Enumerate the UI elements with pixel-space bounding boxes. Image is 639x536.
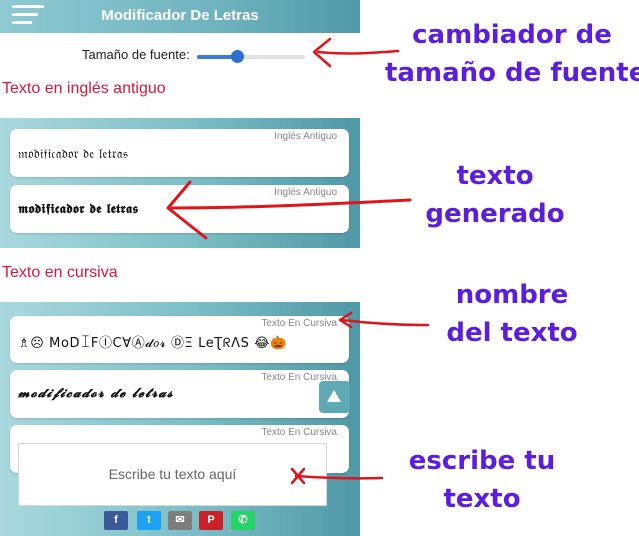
- card-style-name: Texto En Cursiva: [261, 427, 337, 438]
- text-input[interactable]: [18, 443, 327, 506]
- scroll-to-top-button[interactable]: [319, 381, 350, 413]
- whatsapp-share-button[interactable]: ✆: [231, 511, 255, 530]
- phone-screen: Modificador De Letras Tamaño de fuente: …: [0, 0, 360, 536]
- result-card-cursive-2[interactable]: Texto En Cursiva 𝓶𝓸𝓭𝓲𝓯𝓲𝓬𝓪𝓭𝓸𝓻 𝓭𝓮 𝓵𝓮𝓽𝓻𝓪𝓼: [10, 370, 349, 418]
- result-card-old-english-1[interactable]: Inglés Antiguo 𝔪𝔬𝔡𝔦𝔣𝔦𝔠𝔞𝔡𝔬𝔯 𝔡𝔢 𝔩𝔢𝔱𝔯𝔞𝔰: [10, 129, 349, 177]
- annotation-generated-text: texto generado: [425, 161, 565, 229]
- card-style-name: Texto En Cursiva: [261, 318, 337, 329]
- whatsapp-icon: ✆: [238, 514, 248, 526]
- generated-text: 𝖒𝖔𝖉𝖎𝖋𝖎𝖈𝖆𝖉𝖔𝖗 𝖉𝖊 𝖑𝖊𝖙𝖗𝖆𝖘: [18, 202, 139, 217]
- card-style-name: Inglés Antiguo: [274, 131, 337, 142]
- annotation-font-changer: cambiador de tamaño de fuente: [385, 20, 639, 88]
- generated-text: 𝓶𝓸𝓭𝓲𝓯𝓲𝓬𝓪𝓭𝓸𝓻 𝓭𝓮 𝓵𝓮𝓽𝓻𝓪𝓼: [18, 386, 174, 401]
- generated-text: 𝔪𝔬𝔡𝔦𝔣𝔦𝔠𝔞𝔡𝔬𝔯 𝔡𝔢 𝔩𝔢𝔱𝔯𝔞𝔰: [18, 147, 129, 162]
- twitter-icon: t: [147, 514, 151, 526]
- facebook-icon: f: [114, 514, 118, 526]
- pinterest-icon: P: [207, 514, 215, 526]
- annotation-write-text: escribe tu texto: [408, 446, 556, 514]
- page-title: Modificador De Letras: [101, 7, 259, 24]
- section-title-cursive: Texto en cursiva: [2, 264, 118, 281]
- pinterest-share-button[interactable]: P: [199, 511, 223, 530]
- facebook-share-button[interactable]: f: [104, 511, 128, 530]
- app-header: Modificador De Letras: [0, 0, 360, 33]
- share-bar: f t ✉ P ✆: [0, 510, 360, 532]
- old-english-panel: Inglés Antiguo 𝔪𝔬𝔡𝔦𝔣𝔦𝔠𝔞𝔡𝔬𝔯 𝔡𝔢 𝔩𝔢𝔱𝔯𝔞𝔰 Ing…: [0, 118, 360, 248]
- section-title-old-english: Texto en inglés antiguo: [2, 80, 166, 97]
- arrow-up-icon: [327, 390, 341, 402]
- result-card-cursive-1[interactable]: Texto En Cursiva ♗☹ MoDꀤFⒾCⱯⒶ𝓭𝑜𝓻 ⒹΞ LeƮᖇ…: [10, 316, 349, 363]
- email-icon: ✉: [175, 514, 185, 526]
- annotation-text-name: nombre del texto: [446, 280, 578, 348]
- font-size-slider[interactable]: [197, 50, 305, 63]
- generated-text: ♗☹ MoDꀤFⒾCⱯⒶ𝓭𝑜𝓻 ⒹΞ LeƮᖇΛS 😂🎃: [18, 336, 287, 351]
- twitter-share-button[interactable]: t: [137, 511, 161, 530]
- card-style-name: Inglés Antiguo: [274, 187, 337, 198]
- result-card-old-english-2[interactable]: Inglés Antiguo 𝖒𝖔𝖉𝖎𝖋𝖎𝖈𝖆𝖉𝖔𝖗 𝖉𝖊 𝖑𝖊𝖙𝖗𝖆𝖘: [10, 185, 349, 233]
- font-size-label: Tamaño de fuente:: [82, 47, 190, 62]
- email-share-button[interactable]: ✉: [168, 511, 192, 530]
- font-size-slider-thumb[interactable]: [230, 50, 244, 63]
- font-size-row: Tamaño de fuente:: [0, 46, 360, 68]
